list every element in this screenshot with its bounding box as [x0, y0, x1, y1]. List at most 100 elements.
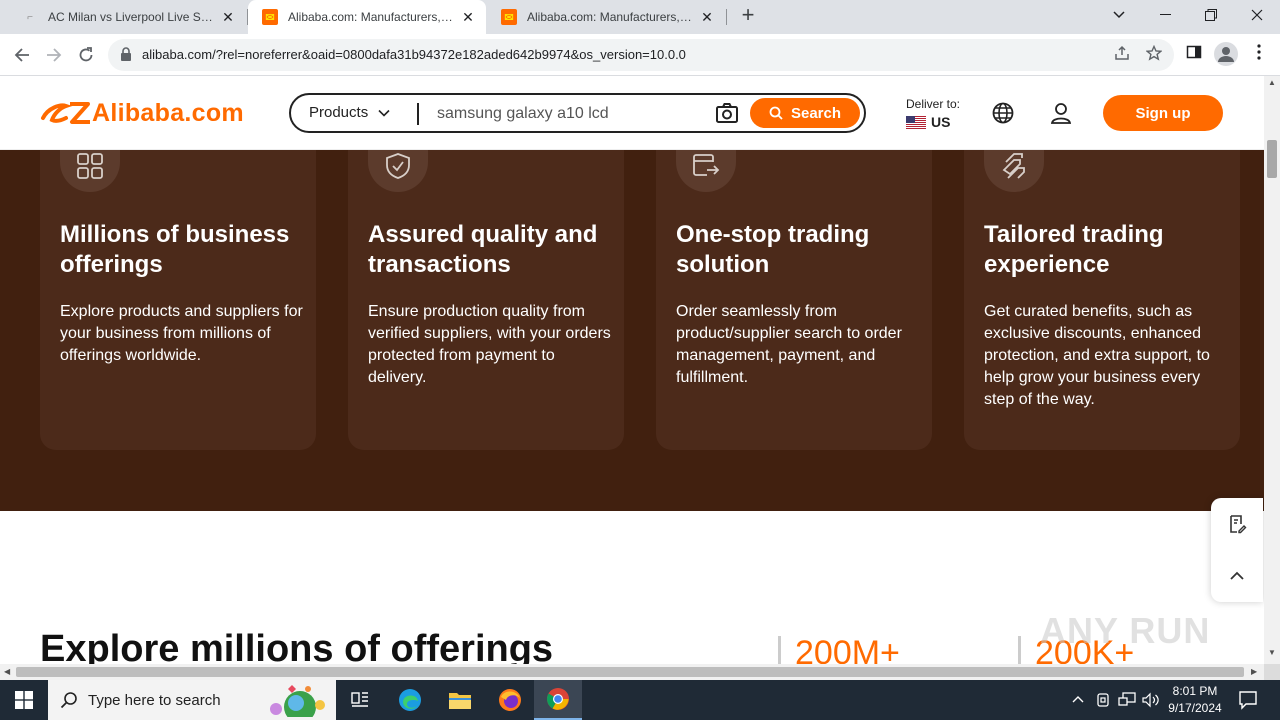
windows-logo-icon	[15, 691, 33, 709]
back-button[interactable]	[8, 41, 36, 69]
alibaba-logo-mark-icon	[41, 102, 90, 124]
feature-card: Millions of business offerings Explore p…	[40, 150, 316, 450]
browser-tab-3[interactable]: ✉ Alibaba.com: Manufacturers, Suppliers …	[487, 0, 725, 34]
task-view-icon	[351, 692, 368, 707]
close-window-button[interactable]	[1234, 0, 1280, 30]
search-button-label: Search	[790, 104, 842, 122]
taskbar-search-placeholder: Type here to search	[88, 691, 221, 709]
lock-icon[interactable]	[120, 47, 132, 61]
alibaba-favicon-icon: ✉	[262, 9, 278, 25]
feedback-icon[interactable]	[1227, 514, 1247, 534]
search-input[interactable]	[437, 103, 697, 125]
restore-button[interactable]	[1188, 0, 1234, 30]
feature-description: Get curated benefits, such as exclusive …	[984, 303, 1210, 408]
feature-description: Order seamlessly from product/supplier s…	[676, 303, 902, 386]
alibaba-logo[interactable]: Alibaba.com	[40, 97, 244, 129]
start-button[interactable]	[0, 680, 48, 720]
tray-chevron-up-icon[interactable]	[1072, 694, 1084, 704]
globe-language-icon[interactable]	[992, 102, 1014, 124]
taskbar-chrome[interactable]	[534, 680, 582, 720]
feature-title: Assured quality and transactions	[368, 221, 598, 278]
firefox-icon	[499, 689, 521, 711]
forward-button[interactable]	[40, 41, 68, 69]
user-account-icon[interactable]	[1050, 102, 1072, 124]
back-to-top-icon[interactable]	[1227, 566, 1247, 586]
feature-title: Millions of business offerings	[60, 221, 290, 278]
transfer-icon	[676, 150, 736, 192]
side-panel-icon[interactable]	[1183, 44, 1205, 66]
explore-heading: Explore millions of offerings	[40, 628, 554, 664]
folder-icon	[449, 693, 471, 709]
alibaba-favicon-icon: ✉	[501, 9, 517, 25]
tab-favicon-icon: ⌐	[27, 11, 33, 23]
taskbar-firefox[interactable]	[486, 680, 534, 720]
grid-icon	[60, 150, 120, 192]
feature-description: Explore products and suppliers for your …	[60, 303, 303, 364]
features-section: Millions of business offerings Explore p…	[0, 150, 1264, 511]
new-tab-button[interactable]: +	[737, 4, 759, 27]
minimize-button[interactable]	[1142, 0, 1188, 30]
feature-description: Ensure production quality from verified …	[368, 303, 611, 386]
url-text[interactable]: alibaba.com/?rel=noreferrer&oaid=0800daf…	[142, 47, 686, 62]
scroll-down-arrow-icon[interactable]: ▼	[1268, 648, 1276, 657]
vertical-scroll-thumb[interactable]	[1267, 140, 1277, 178]
anyrun-watermark: ANY RUN	[1040, 610, 1211, 651]
system-clock[interactable]: 8:01 PM 9/17/2024	[1162, 683, 1228, 717]
image-search-camera-icon[interactable]	[716, 103, 738, 123]
scroll-right-arrow-icon[interactable]: ▶	[1251, 667, 1257, 676]
tab-close-icon[interactable]: ✕	[460, 9, 476, 25]
horizontal-scrollbar[interactable]: ◀ ▶	[0, 664, 1264, 680]
browser-tab-1[interactable]: ⌐ AC Milan vs Liverpool Live Score ✕	[8, 0, 246, 34]
deliver-to-selector[interactable]: Deliver to: US	[906, 97, 960, 130]
search-button[interactable]: Search	[750, 98, 860, 128]
share-icon[interactable]	[1112, 45, 1132, 65]
search-highlight-illustration-icon	[270, 685, 325, 717]
tab-title: AC Milan vs Liverpool Live Score	[48, 10, 214, 24]
profile-avatar-icon[interactable]	[1214, 42, 1238, 66]
site-header: Alibaba.com Products Search Deliver to: …	[0, 76, 1264, 150]
tab-title: Alibaba.com: Manufacturers, Suppliers	[288, 10, 454, 24]
network-icon[interactable]	[1118, 692, 1136, 708]
taskbar-file-explorer[interactable]	[436, 680, 484, 720]
feature-card: Assured quality and transactions Ensure …	[348, 150, 624, 450]
chrome-icon	[547, 688, 569, 710]
scroll-left-arrow-icon[interactable]: ◀	[4, 667, 10, 676]
deliver-label: Deliver to:	[906, 97, 961, 111]
bookmark-star-icon[interactable]	[1144, 44, 1164, 65]
layers-icon	[984, 150, 1044, 192]
feature-card: One-stop trading solution Order seamless…	[656, 150, 932, 450]
edge-browser-icon	[399, 689, 421, 711]
browser-tab-strip: ⌐ AC Milan vs Liverpool Live Score ✕ ✉ A…	[0, 0, 1280, 34]
search-category-dropdown[interactable]: Products	[309, 104, 390, 121]
tab-search-chevron-icon[interactable]	[1096, 0, 1142, 30]
volume-icon[interactable]	[1142, 692, 1160, 708]
feature-title: Tailored trading experience	[984, 221, 1164, 278]
feature-card: Tailored trading experience Get curated …	[964, 150, 1240, 450]
search-category-label: Products	[309, 104, 369, 121]
search-icon	[769, 106, 783, 120]
taskbar-search-box[interactable]: Type here to search	[48, 680, 336, 720]
browser-tab-2[interactable]: ✉ Alibaba.com: Manufacturers, Suppliers …	[248, 0, 486, 34]
sign-up-label: Sign up	[1135, 104, 1191, 122]
tray-device-icon[interactable]	[1096, 692, 1110, 708]
browser-toolbar: alibaba.com/?rel=noreferrer&oaid=0800daf…	[0, 34, 1280, 76]
vertical-scrollbar[interactable]: ▲ ▼	[1264, 76, 1280, 664]
deliver-country: US	[931, 114, 951, 130]
horizontal-scroll-thumb[interactable]	[16, 667, 1244, 677]
clock-time: 8:01 PM	[1172, 684, 1218, 698]
task-view-button[interactable]	[336, 680, 384, 720]
tab-close-icon[interactable]: ✕	[220, 9, 236, 25]
reload-button[interactable]	[72, 41, 100, 69]
taskbar-edge[interactable]	[386, 680, 434, 720]
sign-up-button[interactable]: Sign up	[1103, 95, 1223, 131]
tab-separator	[726, 9, 727, 25]
scroll-up-arrow-icon[interactable]: ▲	[1268, 78, 1276, 87]
address-bar[interactable]: alibaba.com/?rel=noreferrer&oaid=0800daf…	[108, 39, 1174, 71]
page-content: Millions of business offerings Explore p…	[0, 150, 1264, 664]
floating-tools-panel	[1211, 498, 1263, 602]
brand-name: Alibaba.com	[92, 98, 244, 127]
tab-close-icon[interactable]: ✕	[699, 9, 715, 25]
clock-date: 9/17/2024	[1168, 701, 1222, 715]
menu-kebab-icon[interactable]	[1248, 44, 1270, 66]
notification-center-icon[interactable]	[1238, 690, 1258, 710]
